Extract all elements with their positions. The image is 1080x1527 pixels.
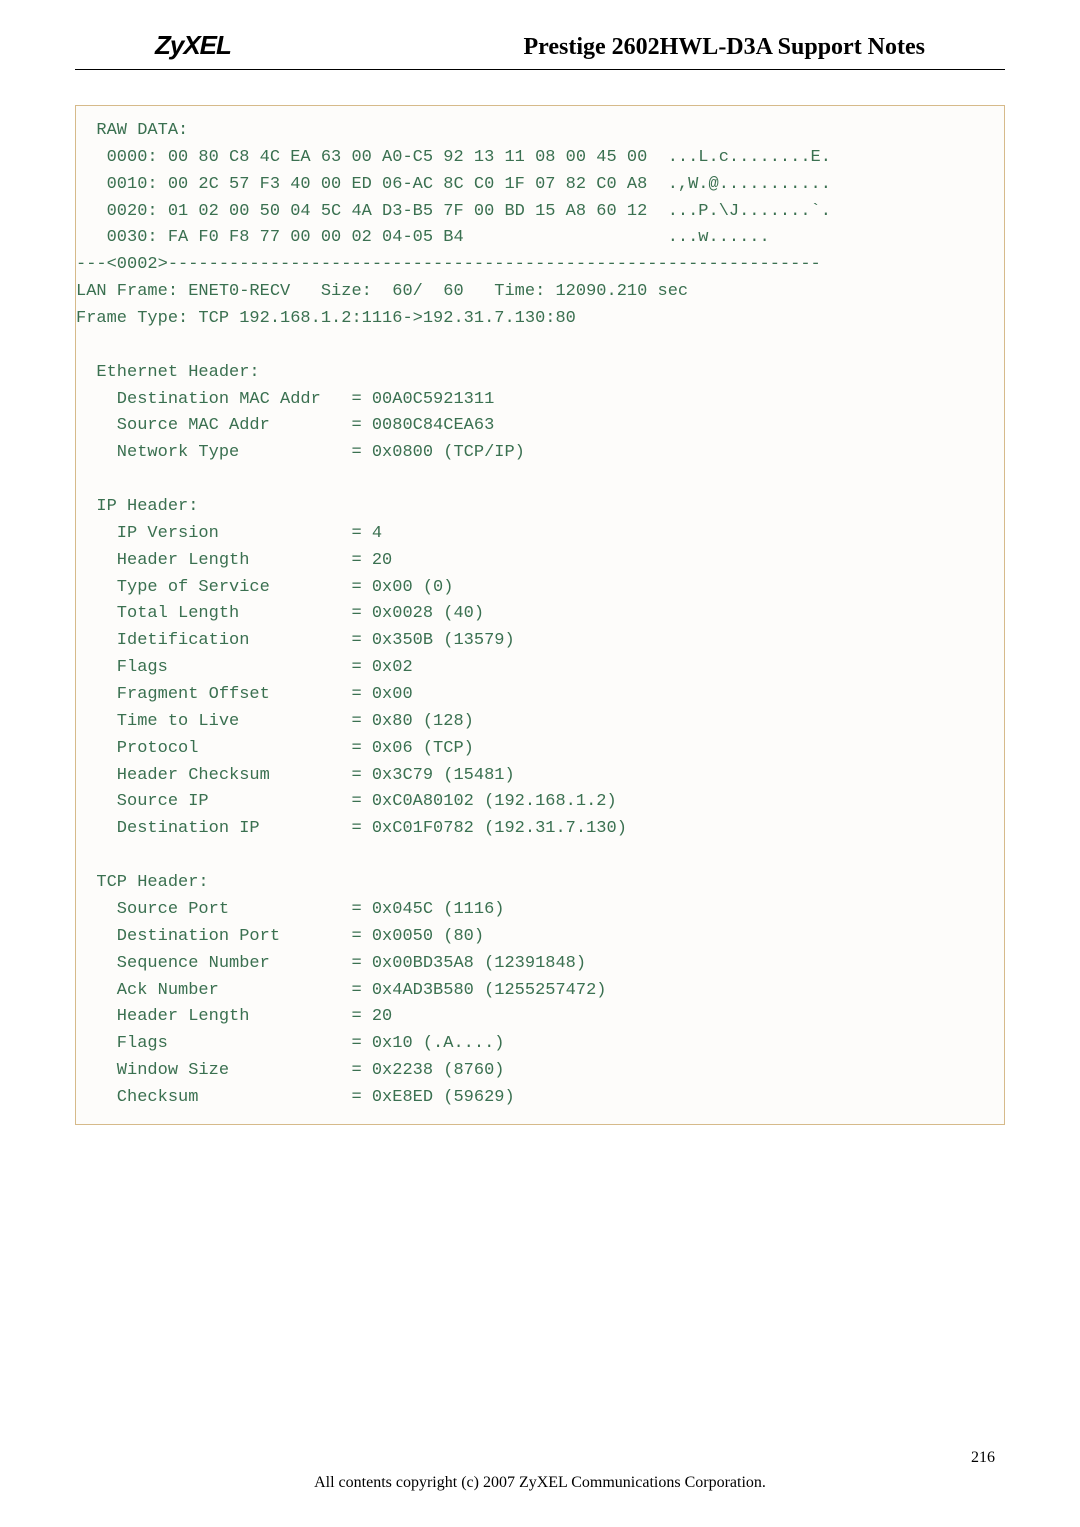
code-line: 0020: 01 02 00 50 04 5C 4A D3-B5 7F 00 B… [76, 199, 1004, 226]
code-line: Ack Number = 0x4AD3B580 (1255257472) [76, 978, 1004, 1005]
code-line: LAN Frame: ENET0-RECV Size: 60/ 60 Time:… [76, 279, 1004, 306]
code-line: Flags = 0x10 (.A....) [76, 1031, 1004, 1058]
code-line: Network Type = 0x0800 (TCP/IP) [76, 440, 1004, 467]
code-line: Fragment Offset = 0x00 [76, 682, 1004, 709]
page-number: 216 [971, 1449, 995, 1467]
code-line: IP Version = 4 [76, 521, 1004, 548]
code-line: 0000: 00 80 C8 4C EA 63 00 A0-C5 92 13 1… [76, 145, 1004, 172]
code-line: Destination IP = 0xC01F0782 (192.31.7.13… [76, 816, 1004, 843]
code-line: Type of Service = 0x00 (0) [76, 575, 1004, 602]
code-line: Source IP = 0xC0A80102 (192.168.1.2) [76, 789, 1004, 816]
code-line: Sequence Number = 0x00BD35A8 (12391848) [76, 951, 1004, 978]
code-line: Header Checksum = 0x3C79 (15481) [76, 763, 1004, 790]
code-line: Source MAC Addr = 0080C84CEA63 [76, 413, 1004, 440]
code-line: Flags = 0x02 [76, 655, 1004, 682]
code-line: Time to Live = 0x80 (128) [76, 709, 1004, 736]
code-line: Destination Port = 0x0050 (80) [76, 924, 1004, 951]
code-line [76, 333, 1004, 360]
code-line: 0030: FA F0 F8 77 00 00 02 04-05 B4 ...w… [76, 225, 1004, 252]
code-line [76, 467, 1004, 494]
code-line: Source Port = 0x045C (1116) [76, 897, 1004, 924]
page-title: Prestige 2602HWL-D3A Support Notes [523, 34, 925, 61]
code-line: Protocol = 0x06 (TCP) [76, 736, 1004, 763]
page-header: ZyXEL Prestige 2602HWL-D3A Support Notes [75, 0, 1005, 70]
code-line: TCP Header: [76, 870, 1004, 897]
code-line: Header Length = 20 [76, 1004, 1004, 1031]
code-line: Total Length = 0x0028 (40) [76, 601, 1004, 628]
footer-copyright: All contents copyright (c) 2007 ZyXEL Co… [0, 1474, 1080, 1492]
code-line: Header Length = 20 [76, 548, 1004, 575]
code-line [76, 843, 1004, 870]
code-line: Frame Type: TCP 192.168.1.2:1116->192.31… [76, 306, 1004, 333]
code-line: Ethernet Header: [76, 360, 1004, 387]
code-line: ---<0002>-------------------------------… [76, 252, 1004, 279]
code-line: Window Size = 0x2238 (8760) [76, 1058, 1004, 1085]
code-line: 0010: 00 2C 57 F3 40 00 ED 06-AC 8C C0 1… [76, 172, 1004, 199]
code-line: Idetification = 0x350B (13579) [76, 628, 1004, 655]
code-line: IP Header: [76, 494, 1004, 521]
code-line: Checksum = 0xE8ED (59629) [76, 1085, 1004, 1112]
code-line: RAW DATA: [76, 118, 1004, 145]
code-block: RAW DATA: 0000: 00 80 C8 4C EA 63 00 A0-… [75, 105, 1005, 1125]
code-line: Destination MAC Addr = 00A0C5921311 [76, 387, 1004, 414]
logo: ZyXEL [155, 30, 231, 61]
